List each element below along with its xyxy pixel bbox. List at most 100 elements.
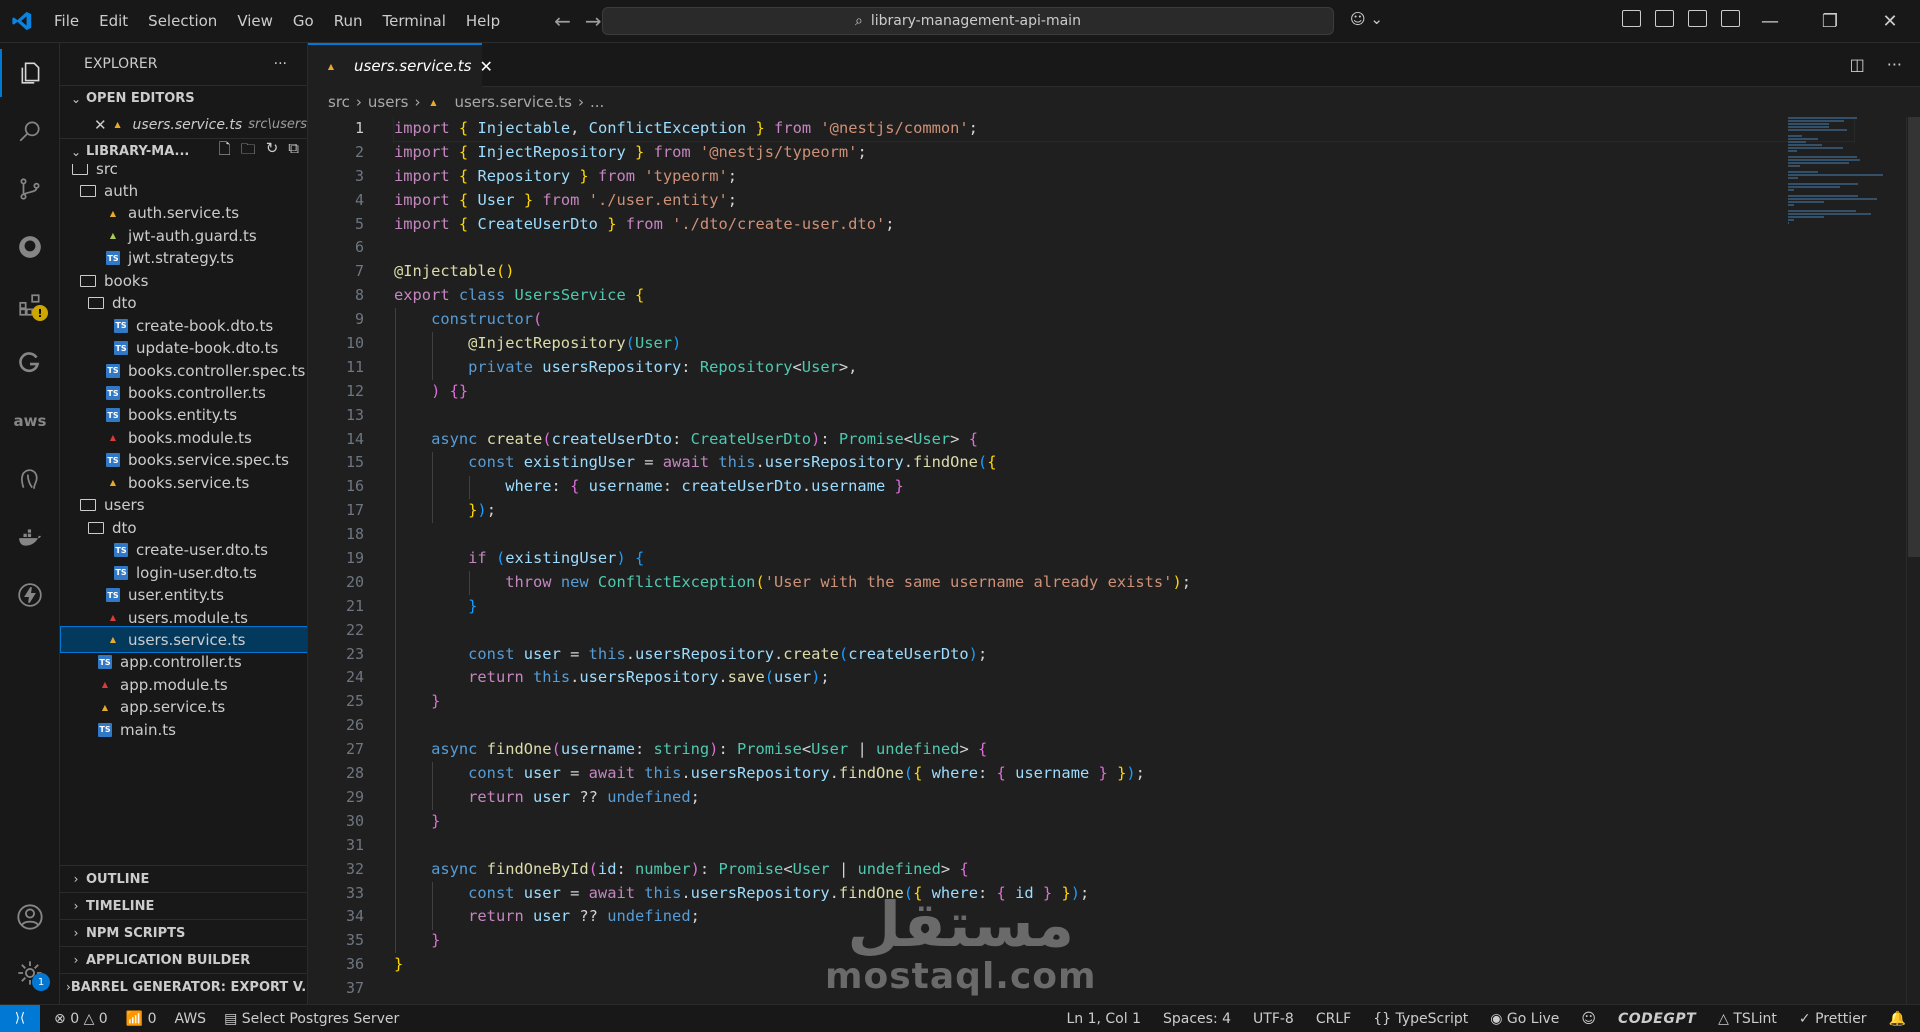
code-line[interactable]: }	[394, 929, 1854, 953]
code-line[interactable]: const user = await this.usersRepository.…	[394, 882, 1854, 906]
end-of-line[interactable]: CRLF	[1316, 1011, 1351, 1027]
codegpt-status[interactable]: CODEGPT	[1618, 1011, 1696, 1027]
code-line[interactable]: }	[394, 810, 1854, 834]
menu-selection[interactable]: Selection	[138, 0, 227, 43]
prettier-status[interactable]: ✓ Prettier	[1799, 1011, 1867, 1027]
new-folder-icon[interactable]: 🗀	[241, 139, 256, 164]
outline-section[interactable]: › OUTLINE	[60, 865, 307, 892]
scrollbar-thumb[interactable]	[1908, 117, 1920, 557]
code-line[interactable]	[394, 236, 1854, 260]
breadcrumb-src[interactable]: src	[328, 93, 350, 111]
barrel-generator-section[interactable]: › BARREL GENERATOR: EXPORT V...	[60, 973, 307, 1000]
menu-edit[interactable]: Edit	[89, 0, 138, 43]
tslint-status[interactable]: △ TSLint	[1718, 1011, 1777, 1027]
code-line[interactable]: import { Injectable, ConflictException }…	[393, 117, 1855, 142]
open-editor-item[interactable]: ✕ ▲ users.service.ts src\users	[60, 111, 307, 138]
code-line[interactable]	[394, 523, 1854, 547]
back-arrow-icon[interactable]: ←	[554, 9, 571, 33]
menu-view[interactable]: View	[227, 0, 283, 43]
command-center[interactable]: ⌕ library-management-api-main	[602, 7, 1334, 35]
close-window-icon[interactable]: ✕	[1860, 0, 1920, 43]
code-line[interactable]: import { Repository } from 'typeorm';	[394, 165, 1854, 189]
more-actions-icon[interactable]: ···	[274, 56, 287, 72]
maximize-icon[interactable]: ❐	[1800, 0, 1860, 43]
code-line[interactable]: async create(createUserDto: CreateUserDt…	[394, 428, 1854, 452]
explorer-icon[interactable]	[0, 49, 60, 97]
code-line[interactable]: async findOneById(id: number): Promise<U…	[394, 858, 1854, 882]
gear-icon[interactable]: 1	[0, 949, 60, 997]
code-line[interactable]: import { CreateUserDto } from './dto/cre…	[394, 213, 1854, 237]
code-line[interactable]	[394, 619, 1854, 643]
problems-indicator[interactable]: ⊗ 0 △ 0	[54, 1011, 108, 1027]
minimap[interactable]	[1788, 117, 1908, 224]
code-line[interactable]: return user ?? undefined;	[394, 786, 1854, 810]
split-editor-icon[interactable]: ◫	[1850, 55, 1865, 74]
code-line[interactable]: }	[394, 690, 1854, 714]
vertical-scrollbar[interactable]	[1906, 117, 1920, 1004]
code-line[interactable]: }	[394, 953, 1854, 977]
copilot-status-icon[interactable]: ☺	[1581, 1011, 1596, 1027]
cursor-position[interactable]: Ln 1, Col 1	[1066, 1011, 1141, 1027]
forward-arrow-icon[interactable]: →	[585, 9, 602, 33]
tab-users-service[interactable]: ▲ users.service.ts ✕	[308, 43, 493, 87]
go-live-button[interactable]: ◉ Go Live	[1490, 1011, 1559, 1027]
code-line[interactable]: });	[394, 499, 1854, 523]
toggle-primary-sidebar-icon[interactable]	[1622, 10, 1641, 27]
code-line[interactable]	[394, 834, 1854, 858]
extensions-icon[interactable]: !	[0, 281, 60, 329]
toggle-secondary-sidebar-icon[interactable]	[1688, 10, 1707, 27]
timeline-section[interactable]: › TIMELINE	[60, 892, 307, 919]
code-line[interactable]: async findOne(username: string): Promise…	[394, 738, 1854, 762]
menu-go[interactable]: Go	[283, 0, 324, 43]
indentation[interactable]: Spaces: 4	[1163, 1011, 1231, 1027]
encoding[interactable]: UTF-8	[1253, 1011, 1294, 1027]
collapse-all-icon[interactable]: ⧉	[288, 139, 299, 164]
code-line[interactable]: where: { username: createUserDto.usernam…	[394, 475, 1854, 499]
source-control-icon[interactable]	[0, 165, 60, 213]
postgres-status[interactable]: ▤ Select Postgres Server	[224, 1011, 399, 1027]
gitlens-icon[interactable]	[0, 339, 60, 387]
application-builder-section[interactable]: › APPLICATION BUILDER	[60, 946, 307, 973]
close-icon[interactable]: ✕	[94, 116, 111, 134]
customize-layout-icon[interactable]	[1721, 10, 1740, 27]
ports-indicator[interactable]: 📶 0	[126, 1011, 157, 1027]
code-line[interactable]: constructor(	[394, 308, 1854, 332]
npm-scripts-section[interactable]: › NPM SCRIPTS	[60, 919, 307, 946]
breadcrumb-symbol[interactable]: ...	[590, 93, 604, 111]
open-editors-section[interactable]: ⌄ OPEN EDITORS	[60, 85, 307, 111]
code-line[interactable]	[394, 714, 1854, 738]
code-line[interactable]: }	[394, 595, 1854, 619]
toggle-panel-icon[interactable]	[1655, 10, 1674, 27]
minimize-icon[interactable]: —	[1740, 0, 1800, 43]
aws-status[interactable]: AWS	[175, 1011, 207, 1027]
menu-help[interactable]: Help	[456, 0, 510, 43]
code-area[interactable]: import { Injectable, ConflictException }…	[393, 117, 1855, 1001]
github-icon[interactable]	[0, 223, 60, 271]
remote-icon[interactable]: ⟩⟨	[0, 1004, 40, 1032]
notifications-icon[interactable]: 🔔	[1889, 1011, 1906, 1027]
tree-file[interactable]: TS main.ts	[60, 716, 307, 743]
search-icon[interactable]	[0, 107, 60, 155]
code-line[interactable]: const user = this.usersRepository.create…	[394, 643, 1854, 667]
code-line[interactable]: @InjectRepository(User)	[394, 332, 1854, 356]
new-file-icon[interactable]: 🗋	[219, 139, 231, 164]
code-line[interactable]: if (existingUser) {	[394, 547, 1854, 571]
code-line[interactable]	[394, 977, 1854, 1001]
code-line[interactable]: const existingUser = await this.usersRep…	[394, 451, 1854, 475]
menu-terminal[interactable]: Terminal	[373, 0, 456, 43]
database-icon[interactable]	[0, 455, 60, 503]
copilot-icon[interactable]: ☺ ⌄	[1350, 10, 1383, 28]
close-icon[interactable]: ✕	[480, 57, 493, 76]
code-line[interactable]: export class UsersService {	[394, 284, 1854, 308]
code-editor[interactable]: 1 2 3 4 5 6 7 8 9 10 11 12 13 14 15 16 17 18 19 20 21 22 23 24 2…	[308, 117, 1920, 1004]
code-line[interactable]: @Injectable()	[394, 260, 1854, 284]
menu-file[interactable]: File	[44, 0, 89, 43]
more-actions-icon[interactable]: ···	[1887, 55, 1902, 74]
code-line[interactable]: import { User } from './user.entity';	[394, 189, 1854, 213]
code-line[interactable]: import { InjectRepository } from '@nestj…	[394, 141, 1854, 165]
code-line[interactable]: private usersRepository: Repository<User…	[394, 356, 1854, 380]
code-line[interactable]: throw new ConflictException('User with t…	[394, 571, 1854, 595]
account-icon[interactable]	[0, 893, 60, 941]
code-line[interactable]: return user ?? undefined;	[394, 905, 1854, 929]
thunder-client-icon[interactable]	[0, 571, 60, 619]
